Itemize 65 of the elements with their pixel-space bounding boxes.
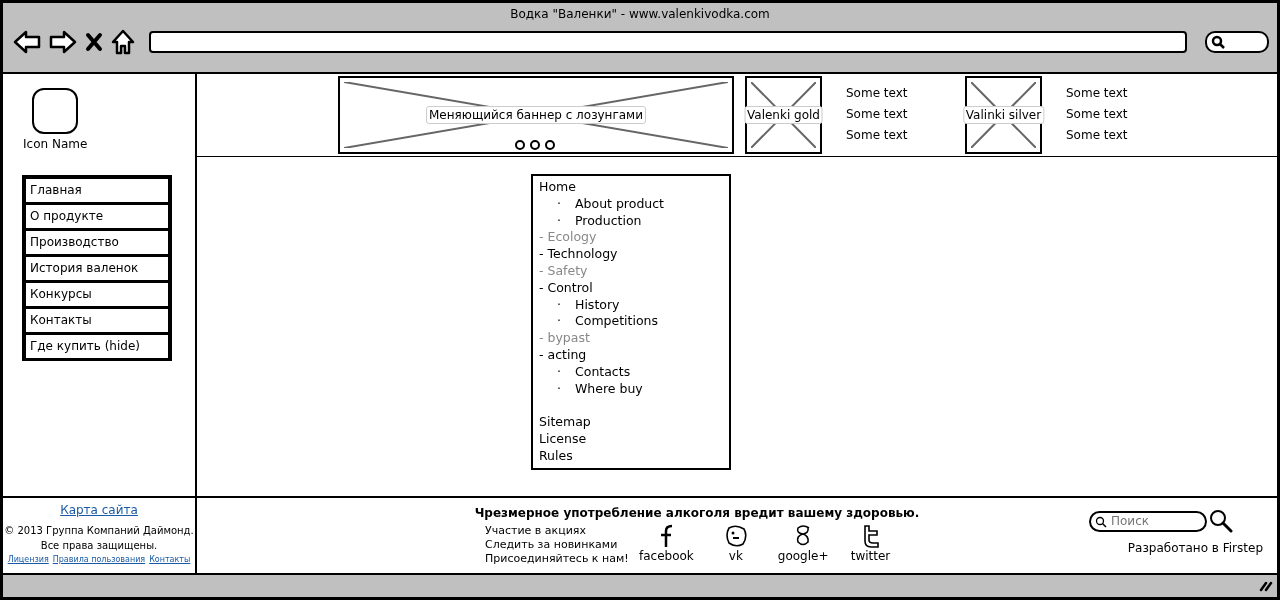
- resize-grip-icon[interactable]: [1259, 580, 1273, 592]
- home-icon[interactable]: [111, 29, 135, 55]
- carousel-dots-icon[interactable]: [514, 139, 556, 151]
- banner-label: Меняющийся баннер с лозунгами: [426, 106, 646, 124]
- nav-item[interactable]: Главная: [24, 177, 170, 203]
- search-icon: [1211, 35, 1225, 49]
- logo-placeholder: [32, 88, 78, 134]
- product-label: Valenki gold: [744, 106, 823, 124]
- sitemap-link[interactable]: Карта сайта: [60, 503, 138, 517]
- copyright-text: Все права защищены.: [40, 539, 158, 553]
- product-text: Some text: [1066, 106, 1129, 123]
- smiley-icon: [723, 523, 748, 549]
- copyright-text: © 2013 Группа Компаний Даймонд.: [4, 524, 194, 538]
- product-text: Some text: [1066, 85, 1129, 102]
- sitemap-link[interactable]: Home: [539, 179, 576, 196]
- bullet-mark: ·: [557, 296, 562, 314]
- social-link[interactable]: google+: [777, 523, 829, 563]
- promo-text: Следить за новинками: [485, 538, 619, 552]
- footer-link[interactable]: Контакты: [149, 555, 191, 564]
- sitemap-link[interactable]: - Control: [539, 279, 593, 297]
- sitemap-link[interactable]: About product: [575, 195, 664, 213]
- logo-label: Icon Name: [23, 137, 88, 151]
- bullet-mark: ·: [557, 195, 562, 213]
- nav-item[interactable]: Контакты: [24, 307, 170, 333]
- social-link[interactable]: twitter: [846, 523, 895, 563]
- product-label: Valinki silver: [962, 106, 1045, 124]
- nav-item[interactable]: Конкурсы: [24, 281, 170, 307]
- sitemap-link[interactable]: Competitions: [575, 313, 658, 331]
- product-text: Some text: [846, 127, 909, 144]
- social-link[interactable]: facebook: [639, 523, 694, 563]
- footer-link[interactable]: Лицензия: [7, 555, 49, 564]
- promo-text: Присоединяйтесь к нам!: [485, 552, 630, 566]
- forward-arrow-icon[interactable]: [49, 30, 77, 54]
- product-text: Some text: [846, 106, 909, 123]
- search-icon[interactable]: [1209, 509, 1233, 533]
- social-link[interactable]: vk: [711, 523, 760, 563]
- sitemap-link[interactable]: Where buy: [575, 380, 643, 398]
- sitemap-link[interactable]: - acting: [539, 346, 587, 364]
- bullet-mark: ·: [557, 363, 562, 381]
- address-field[interactable]: [149, 31, 1187, 53]
- bullet-mark: ·: [557, 212, 562, 230]
- sitemap-link[interactable]: - Technology: [539, 246, 618, 263]
- close-icon[interactable]: [85, 32, 103, 52]
- warning-text: Чрезмерное употребление алкоголя вредит вашему здоровью.: [473, 506, 921, 520]
- search-field[interactable]: Поиск: [1089, 510, 1207, 532]
- nav-item[interactable]: Где купить (hide): [24, 333, 170, 359]
- product-text: Some text: [846, 85, 909, 102]
- nav-item[interactable]: О продукте: [24, 203, 170, 229]
- search-field[interactable]: [1205, 31, 1269, 53]
- promo-text: Участие в акциях: [485, 524, 587, 538]
- footer-link[interactable]: Правила пользования: [52, 555, 146, 564]
- sitemap-link[interactable]: License: [539, 431, 587, 448]
- sitemap-link[interactable]: Sitemap: [539, 414, 591, 432]
- window-title: Водка "Валенки" - www.valenkivodka.com: [510, 6, 770, 23]
- credit-text: Разработано в Firstep: [1127, 541, 1263, 555]
- bullet-mark: ·: [557, 313, 562, 331]
- sitemap-link[interactable]: Contacts: [575, 363, 631, 381]
- sitemap-link[interactable]: History: [575, 296, 620, 314]
- bullet-mark: ·: [557, 380, 562, 398]
- nav-item[interactable]: Производство: [24, 229, 170, 255]
- back-arrow-icon[interactable]: [13, 30, 41, 54]
- sitemap-link[interactable]: Production: [575, 212, 642, 230]
- product-text: Some text: [1066, 127, 1129, 144]
- sitemap-link[interactable]: Rules: [539, 447, 573, 465]
- nav-item[interactable]: История валенок: [24, 255, 170, 281]
